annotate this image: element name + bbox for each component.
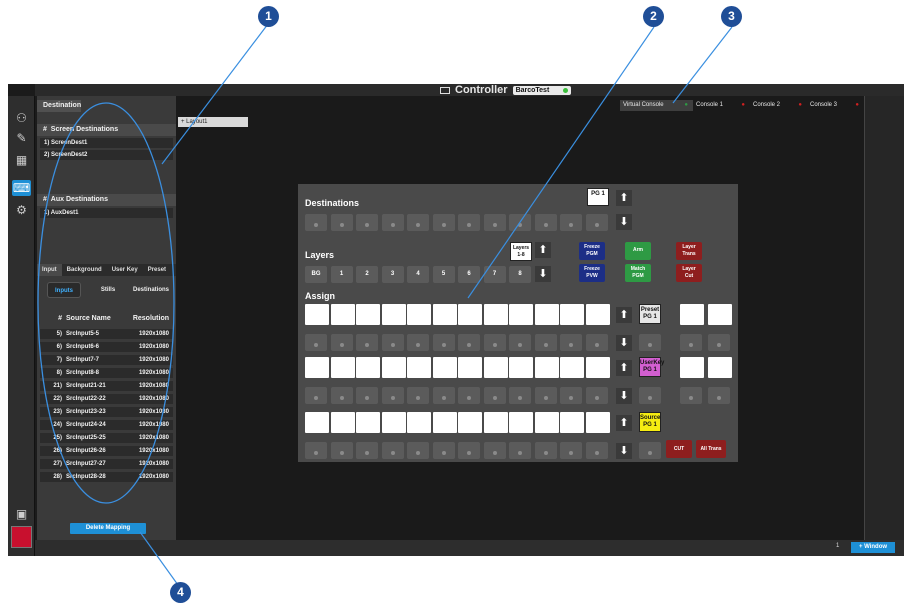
- callout-badge-2: 2: [643, 6, 664, 27]
- callout-badge-4: 4: [170, 582, 191, 603]
- callout-line-4: [139, 531, 179, 586]
- callout-line-3: [672, 26, 733, 104]
- callout-badge-3: 3: [721, 6, 742, 27]
- callout-line-1: [161, 23, 269, 165]
- callout-ellipse: [37, 102, 175, 504]
- callout-line-2: [467, 26, 655, 299]
- callout-badge-1: 1: [258, 6, 279, 27]
- annotation-overlay: [37, 23, 733, 586]
